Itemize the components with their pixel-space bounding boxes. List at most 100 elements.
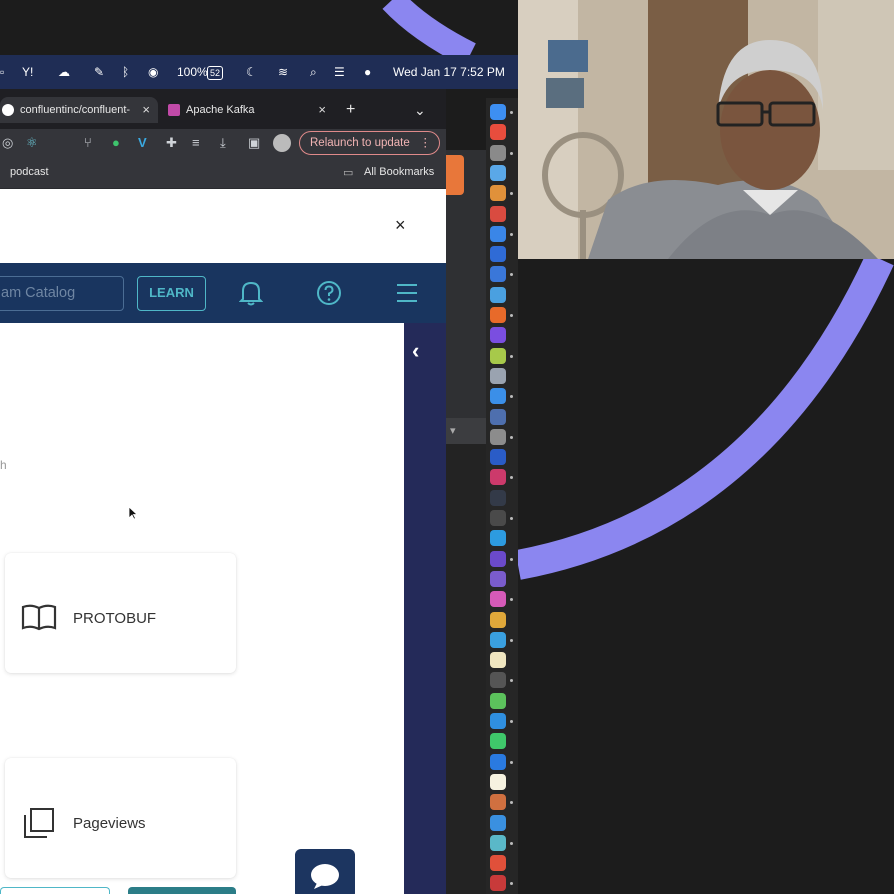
more-menu-icon[interactable]: ⋮ [420,132,432,154]
tab-apache-kafka[interactable]: Apache Kafka × [162,97,330,123]
siri-icon[interactable]: ● [364,64,371,80]
dock-app-icon[interactable] [490,327,506,344]
dock-app-icon[interactable] [490,611,506,628]
dock-app-icon[interactable] [490,449,506,466]
dock-running-indicator [510,841,513,845]
dock-app-icon[interactable] [490,124,506,141]
green-extension-icon[interactable]: ● [112,135,120,151]
browser-toolbar: ◎ ⚛ ⑂ ● V ✚ ≡ ⤓ ▣ Relaunch to update ⋮ [0,129,446,157]
browser-tab-strip: confluentinc/confluent- × Apache Kafka ×… [0,89,446,129]
hamburger-menu-icon[interactable] [395,281,419,305]
dock-running-indicator [510,638,513,642]
reading-list-icon[interactable]: ≡ [192,135,200,151]
cloud-icon[interactable]: ☁ [58,64,70,80]
dock-app-icon[interactable] [490,286,506,303]
dock-running-indicator [510,435,513,439]
bookmark-podcast[interactable]: podcast [10,166,49,178]
dock-app-icon[interactable] [490,510,506,526]
account-icon[interactable]: ◉ [148,64,158,80]
chat-button[interactable] [295,849,355,894]
dock-app-icon[interactable] [490,469,506,486]
dock-app-icon[interactable] [490,834,506,851]
dock-app-icon[interactable] [490,530,506,547]
bluetooth-icon[interactable]: ᛒ [122,64,129,80]
dock-app-icon[interactable] [490,489,506,506]
catalog-search-input[interactable]: am Catalog [0,276,124,311]
bell-icon[interactable] [239,279,263,307]
search-icon[interactable]: ⌕ [310,64,317,80]
sidebar-icon[interactable]: ▣ [248,135,260,151]
outline-button[interactable] [0,887,110,894]
dock-app-icon[interactable] [490,692,506,709]
status-icon[interactable]: Y! [22,64,33,80]
new-tab-button[interactable]: + [346,97,355,123]
dock-app-icon[interactable] [490,672,506,689]
tab-confluent[interactable]: confluentinc/confluent- × [0,97,158,123]
schema-card-protobuf[interactable]: PROTOBUF [5,553,236,673]
dock-app-icon[interactable] [490,347,506,364]
bookmark-all-bookmarks[interactable]: All Bookmarks [364,166,434,178]
dock-app-icon[interactable] [490,164,506,181]
dock-app-icon[interactable] [490,144,506,161]
app-icon[interactable]: ▫ [0,64,4,80]
learn-button[interactable]: LEARN [137,276,206,311]
site-navbar: am Catalog LEARN [0,263,446,323]
dock-app-icon[interactable] [490,875,506,892]
moon-icon[interactable]: ☾ [246,64,257,80]
wifi-icon[interactable]: ≋ [278,64,288,80]
tool-icon[interactable]: ✎ [94,64,104,80]
vimeo-icon[interactable]: V [138,135,147,151]
relaunch-label: Relaunch to update [310,137,410,149]
relaunch-to-update-button[interactable]: Relaunch to update ⋮ [299,131,440,155]
fork-extension-icon[interactable]: ⑂ [84,135,92,151]
tab-close-icon[interactable]: × [318,102,326,117]
profile-avatar[interactable] [273,134,291,152]
topic-card-pageviews[interactable]: Pageviews [5,758,236,878]
dock-app-icon[interactable] [490,591,506,608]
dock-app-icon[interactable] [490,388,506,405]
dock-app-icon[interactable] [490,185,506,202]
dock-app-icon[interactable] [490,733,506,750]
collapse-panel-chevron-icon[interactable]: ‹ [412,338,419,364]
dock-app-icon[interactable] [490,713,506,729]
dock-app-icon[interactable] [490,550,506,567]
dock-app-icon[interactable] [490,794,506,811]
dock-app-icon[interactable] [490,266,506,283]
dock-app-icon[interactable] [490,814,506,831]
dock-app-icon[interactable] [490,367,506,384]
battery-icon[interactable]: 52 [207,66,224,80]
battery-percent: 100% [177,65,208,79]
github-icon [2,104,14,116]
primary-button[interactable] [128,887,236,894]
dock-app-icon[interactable] [490,652,506,669]
control-center-icon[interactable]: ☰ [334,64,345,80]
dock-app-icon[interactable] [490,428,506,445]
dock-app-icon[interactable] [490,307,506,323]
dock-app-icon[interactable] [490,631,506,648]
dock-app-icon[interactable] [490,225,506,242]
puzzle-icon[interactable]: ✚ [166,135,177,151]
extension-icon[interactable]: ◎ [2,135,13,151]
dock-running-indicator [510,720,513,723]
dock-app-icon[interactable] [490,773,506,790]
dock-app-icon[interactable] [490,753,506,770]
dock-app-icon[interactable] [490,570,506,587]
tab-search-chevron-icon[interactable]: ⌄ [414,97,426,123]
help-icon[interactable] [316,280,342,306]
dock-app-icon[interactable] [490,246,506,263]
book-icon [21,604,57,631]
dock-app-icon[interactable] [490,104,506,120]
banner-close-icon[interactable]: × [395,215,406,236]
download-icon[interactable]: ⤓ [220,135,226,151]
dock-app-icon[interactable] [490,408,506,425]
side-panel-rail [404,323,446,894]
react-extension-icon[interactable]: ⚛ [26,135,38,151]
tab-close-icon[interactable]: × [142,102,150,117]
background-window-body [446,444,486,894]
dock-app-icon[interactable] [490,855,506,872]
card-label: PROTOBUF [73,610,157,627]
menubar-datetime[interactable]: Wed Jan 17 7:52 PM [393,64,505,80]
dock-running-indicator [510,111,513,114]
dock-app-icon[interactable] [490,205,506,222]
webcam-video-feed [518,0,894,259]
